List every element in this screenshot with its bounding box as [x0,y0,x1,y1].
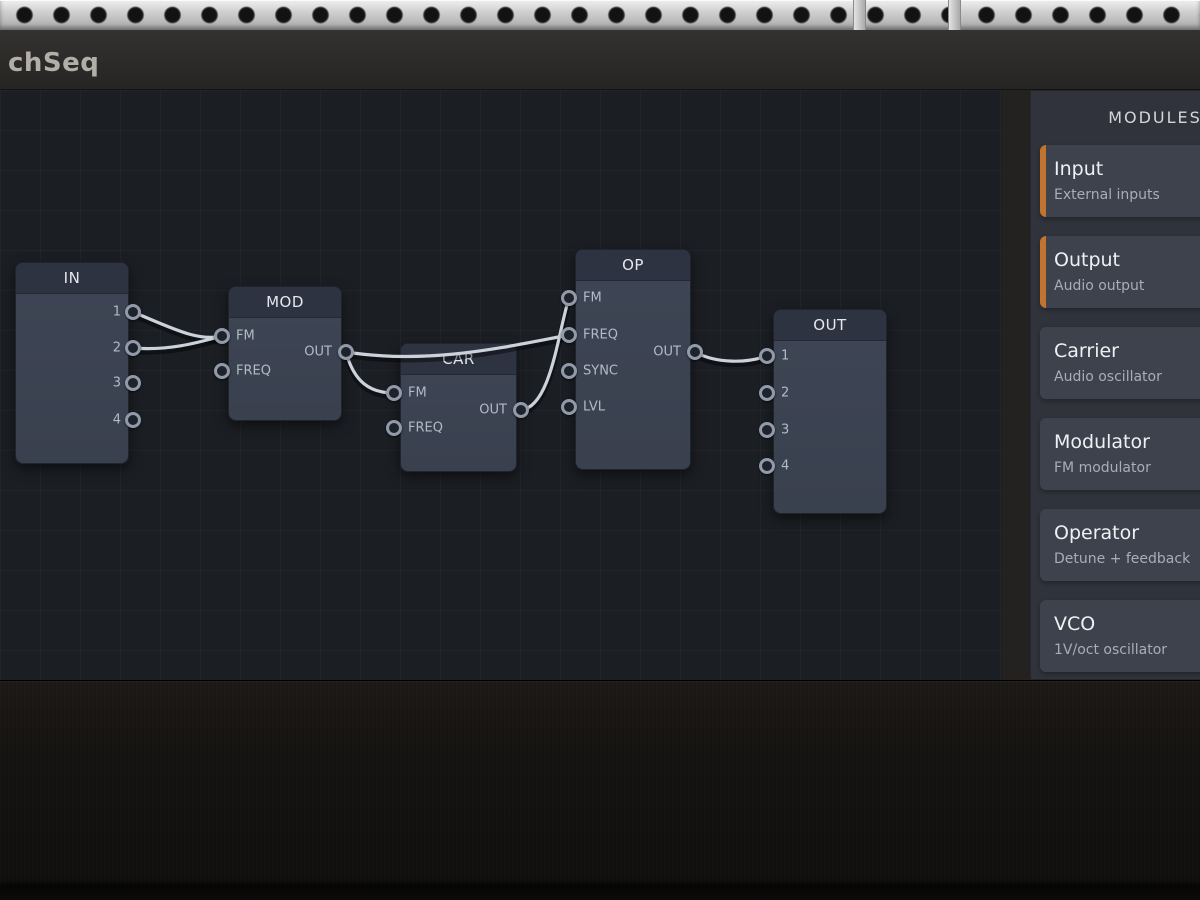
palette-item-title: VCO [1054,613,1200,635]
port-out-4[interactable] [759,458,775,474]
port-label-op-freq: FREQ [583,329,618,342]
patch-cable-in1-modfm[interactable] [133,312,222,337]
palette-item-input[interactable]: Input External inputs [1040,145,1200,217]
node-op-title: OP [576,250,690,281]
port-label-mod-fm: FM [236,330,255,343]
port-in-3[interactable] [125,375,141,391]
palette-item-title: Output [1054,249,1200,271]
rail-joint [853,0,866,30]
port-in-2[interactable] [125,340,141,356]
port-op-freq[interactable] [561,327,577,343]
port-label-op-fm: FM [583,292,602,305]
port-car-freq[interactable] [386,420,402,436]
module-palette-header: MODULES [1030,90,1200,145]
patch-cable-carout-opfm[interactable] [521,298,569,410]
node-op[interactable]: OP [575,249,691,470]
panel-bottom-edge [0,885,1200,900]
palette-item-subtitle: 1V/oct oscillator [1054,642,1200,658]
app-title: chSeq [8,48,99,78]
port-label-in-4: 4 [85,414,121,427]
port-op-out[interactable] [687,344,703,360]
palette-item-vco[interactable]: VCO 1V/oct oscillator [1040,600,1200,672]
port-out-3[interactable] [759,422,775,438]
port-car-out[interactable] [513,402,529,418]
port-label-mod-freq: FREQ [236,365,271,378]
port-label-out-3: 3 [781,424,789,437]
port-label-in-3: 3 [85,377,121,390]
patch-cable-modout-carfm[interactable] [346,352,394,393]
title-bar: chSeq [0,30,1200,90]
palette-item-subtitle: FM modulator [1054,460,1200,476]
port-car-fm[interactable] [386,385,402,401]
palette-item-subtitle: Audio output [1054,278,1200,294]
port-label-op-lvl: LVL [583,401,605,414]
port-label-out-4: 4 [781,460,789,473]
node-in-title: IN [16,263,128,294]
port-mod-fm[interactable] [214,328,230,344]
port-label-op-sync: SYNC [583,365,618,378]
palette-item-modulator[interactable]: Modulator FM modulator [1040,418,1200,490]
palette-item-output[interactable]: Output Audio output [1040,236,1200,308]
palette-item-subtitle: External inputs [1054,187,1200,203]
node-out-title: OUT [774,310,886,341]
palette-item-subtitle: Audio oscillator [1054,369,1200,385]
port-label-car-fm: FM [408,387,427,400]
port-mod-freq[interactable] [214,363,230,379]
palette-item-title: Operator [1054,522,1200,544]
rack-rail-top [0,0,1200,31]
port-label-in-2: 2 [85,342,121,355]
node-out[interactable]: OUT [773,309,887,514]
node-in[interactable]: IN [15,262,129,464]
port-in-4[interactable] [125,412,141,428]
port-op-sync[interactable] [561,363,577,379]
palette-item-title: Modulator [1054,431,1200,453]
palette-item-carrier[interactable]: Carrier Audio oscillator [1040,327,1200,399]
port-label-out-1: 1 [781,350,789,363]
port-label-op-out: OUT [619,346,681,359]
palette-item-operator[interactable]: Operator Detune + feedback [1040,509,1200,581]
rail-joint [948,0,961,30]
node-mod-title: MOD [229,287,341,318]
port-op-lvl[interactable] [561,399,577,415]
patch-canvas[interactable]: IN MOD CAR OP OUT 1 2 3 4 FM FREQ OUT FM… [0,90,1002,680]
port-out-2[interactable] [759,385,775,401]
port-label-out-2: 2 [781,387,789,400]
patch-cable-in2-modfm[interactable] [133,336,222,349]
port-op-fm[interactable] [561,290,577,306]
node-car-title: CAR [401,344,516,375]
port-out-1[interactable] [759,348,775,364]
patch-cable-opout-out1[interactable] [695,352,767,361]
hardware-panel: CLOCK RESET MODE LENGTH INPUTS OUTPUTS R… [0,680,1200,900]
port-label-mod-out: OUT [270,346,332,359]
palette-item-title: Carrier [1054,340,1200,362]
module-palette: MODULES Input External inputs Output Aud… [1030,90,1200,680]
port-in-1[interactable] [125,304,141,320]
port-mod-out[interactable] [338,344,354,360]
app-window: chSeq IN MOD CAR OP OUT 1 2 3 4 FM FREQ … [0,0,1200,900]
port-label-car-freq: FREQ [408,422,443,435]
palette-item-title: Input [1054,158,1200,180]
palette-item-subtitle: Detune + feedback [1054,551,1200,567]
port-label-in-1: 1 [85,306,121,319]
port-label-car-out: OUT [445,404,507,417]
